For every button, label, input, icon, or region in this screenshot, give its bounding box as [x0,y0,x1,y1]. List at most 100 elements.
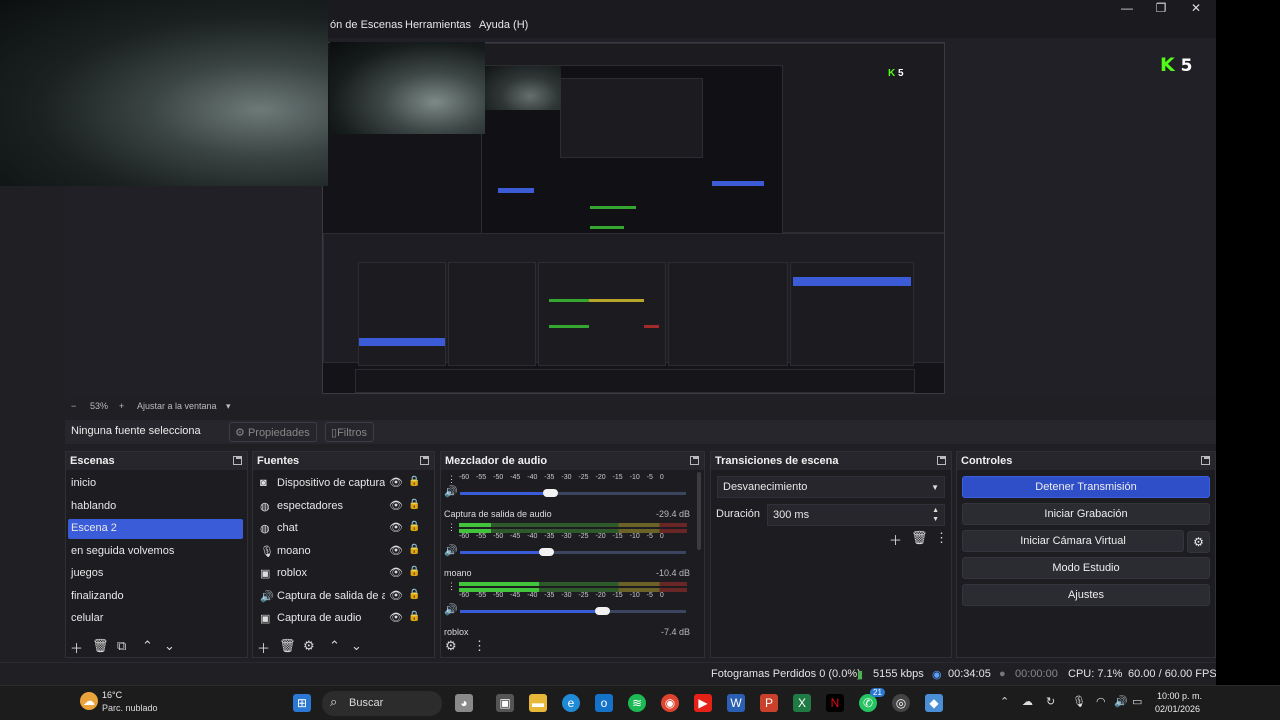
scene-item[interactable]: hablando [68,497,243,517]
close-button[interactable]: ✕ [1186,1,1206,15]
spinner-icon[interactable]: ▲ ▼ [932,506,939,524]
eye-icon[interactable]: 👁 [389,611,403,624]
zoom-out-button[interactable]: − [71,401,76,411]
float-icon[interactable] [233,456,242,465]
outlook-icon[interactable]: o [595,694,613,712]
float-icon[interactable] [690,456,699,465]
stop-streaming-button[interactable]: Detener Transmisión [962,476,1210,498]
lock-icon[interactable]: 🔒 [408,566,420,577]
scene-item[interactable]: juegos [68,564,243,584]
source-item[interactable]: ◍ chat 👁 🔒 [257,519,432,539]
source-item[interactable]: 🔊 Captura de salida de audio 👁 🔒 [257,587,432,607]
chevron-up-icon[interactable]: ⌃ [1000,695,1009,708]
speaker-icon[interactable]: 🔊 [444,485,458,498]
source-item[interactable]: ◙ Dispositivo de captura de video 👁 🔒 [257,474,432,494]
clock-date[interactable]: 02/01/2026 [1155,704,1200,714]
excel-icon[interactable]: X [793,694,811,712]
sync-icon[interactable]: ↻ [1046,695,1055,708]
transition-select[interactable]: Desvanecimiento ▼ [717,476,945,498]
duration-input[interactable]: 300 ms ▲ ▼ [767,504,945,526]
microphone-icon[interactable]: 🎙 [1072,695,1086,708]
youtube-icon[interactable]: ▶ [694,694,712,712]
speaker-icon[interactable]: 🔊 [444,603,458,616]
wifi-icon[interactable]: ◠ [1096,695,1106,708]
filters-button[interactable]: ▯Filtros [325,422,375,442]
more-icon[interactable]: ⋮ [447,581,456,592]
source-item[interactable]: ◍ espectadores 👁 🔒 [257,497,432,517]
lock-icon[interactable]: 🔒 [408,589,420,600]
scene-item[interactable]: inicio [68,474,243,494]
properties-button[interactable]: ⚙ Propiedades [229,422,317,442]
move-down-icon[interactable]: ⌄ [351,638,362,654]
float-icon[interactable] [420,456,429,465]
volume-slider[interactable] [460,607,686,615]
gear-icon[interactable]: ⚙ [1187,531,1210,553]
filter-icon[interactable]: ⧉ [117,638,126,654]
battery-icon[interactable]: ▭ [1132,695,1142,708]
minimize-button[interactable]: — [1117,1,1137,15]
volume-thumb[interactable] [595,607,611,615]
menu-help[interactable]: Ayuda (H) [479,19,528,31]
add-source-icon[interactable]: ＋ [257,638,270,657]
gear-icon[interactable]: ⚙ [445,638,457,654]
add-transition-icon[interactable]: ＋ [889,530,902,549]
obs-icon[interactable]: ◎ [892,694,910,712]
volume-thumb[interactable] [543,489,559,497]
source-item[interactable]: ▣ roblox 👁 🔒 [257,564,432,584]
eye-icon[interactable]: 👁 [389,566,403,579]
word-icon[interactable]: W [727,694,745,712]
chrome-icon[interactable]: ◉ [661,694,679,712]
zoom-in-button[interactable]: + [119,401,124,411]
weather-icon[interactable]: ☁ [80,692,98,710]
trash-icon[interactable]: 🗑 [911,530,928,546]
menu-scene-collection[interactable]: ón de Escenas [330,19,403,31]
volume-slider[interactable] [460,489,686,497]
edge-icon[interactable]: e [562,694,580,712]
powerpoint-icon[interactable]: P [760,694,778,712]
eye-icon[interactable]: 👁 [389,499,403,512]
speaker-icon[interactable]: 🔊 [444,544,458,557]
alien-app-icon[interactable]: ◕ [455,694,473,712]
add-scene-icon[interactable]: ＋ [70,638,83,657]
scene-item[interactable]: finalizando [68,587,243,607]
source-item[interactable]: 🎙 moano 👁 🔒 [257,542,432,562]
eye-icon[interactable]: 👁 [389,589,403,602]
start-recording-button[interactable]: Iniciar Grabación [962,503,1210,525]
float-icon[interactable] [937,456,946,465]
more-icon[interactable]: ⋮ [935,530,948,546]
eye-icon[interactable]: 👁 [389,476,403,489]
zoom-dropdown-icon[interactable]: ▾ [226,401,231,412]
lock-icon[interactable]: 🔒 [408,499,420,510]
eye-icon[interactable]: 👁 [389,544,403,557]
move-down-icon[interactable]: ⌄ [164,638,175,654]
clock-time[interactable]: 10:00 p. m. [1157,691,1202,701]
scene-item[interactable]: en seguida volvemos [68,542,243,562]
volume-icon[interactable]: 🔊 [1114,695,1128,708]
more-icon[interactable]: ⋮ [447,522,456,533]
eye-icon[interactable]: 👁 [389,521,403,534]
netflix-icon[interactable]: N [826,694,844,712]
scene-item-active[interactable]: Escena 2 [68,519,243,539]
gear-icon[interactable]: ⚙ [303,638,315,654]
scene-item[interactable]: celular [68,609,243,629]
move-up-icon[interactable]: ⌃ [142,638,153,654]
source-item[interactable]: ▣ Captura de audio 👁 🔒 [257,609,432,629]
move-up-icon[interactable]: ⌃ [329,638,340,654]
trash-icon[interactable]: 🗑 [92,638,109,654]
volume-slider[interactable] [460,548,686,556]
taskbar-search[interactable]: ⌕ Buscar [322,691,442,716]
fit-window-button[interactable]: Ajustar a la ventana [137,401,217,411]
more-icon[interactable]: ⋮ [447,474,456,485]
spotify-icon[interactable]: ≋ [628,694,646,712]
menu-tools[interactable]: Herramientas [405,19,471,31]
lock-icon[interactable]: 🔒 [408,611,420,622]
lock-icon[interactable]: 🔒 [408,476,420,487]
start-virtual-camera-button[interactable]: Iniciar Cámara Virtual [962,530,1184,552]
mixer-scrollbar[interactable] [697,472,701,550]
volume-thumb[interactable] [538,548,554,556]
maximize-button[interactable]: ❐ [1151,1,1171,15]
float-icon[interactable] [1201,456,1210,465]
task-view-icon[interactable]: ▣ [496,694,514,712]
windows-start-icon[interactable]: ⊞ [293,694,311,712]
lock-icon[interactable]: 🔒 [408,521,420,532]
